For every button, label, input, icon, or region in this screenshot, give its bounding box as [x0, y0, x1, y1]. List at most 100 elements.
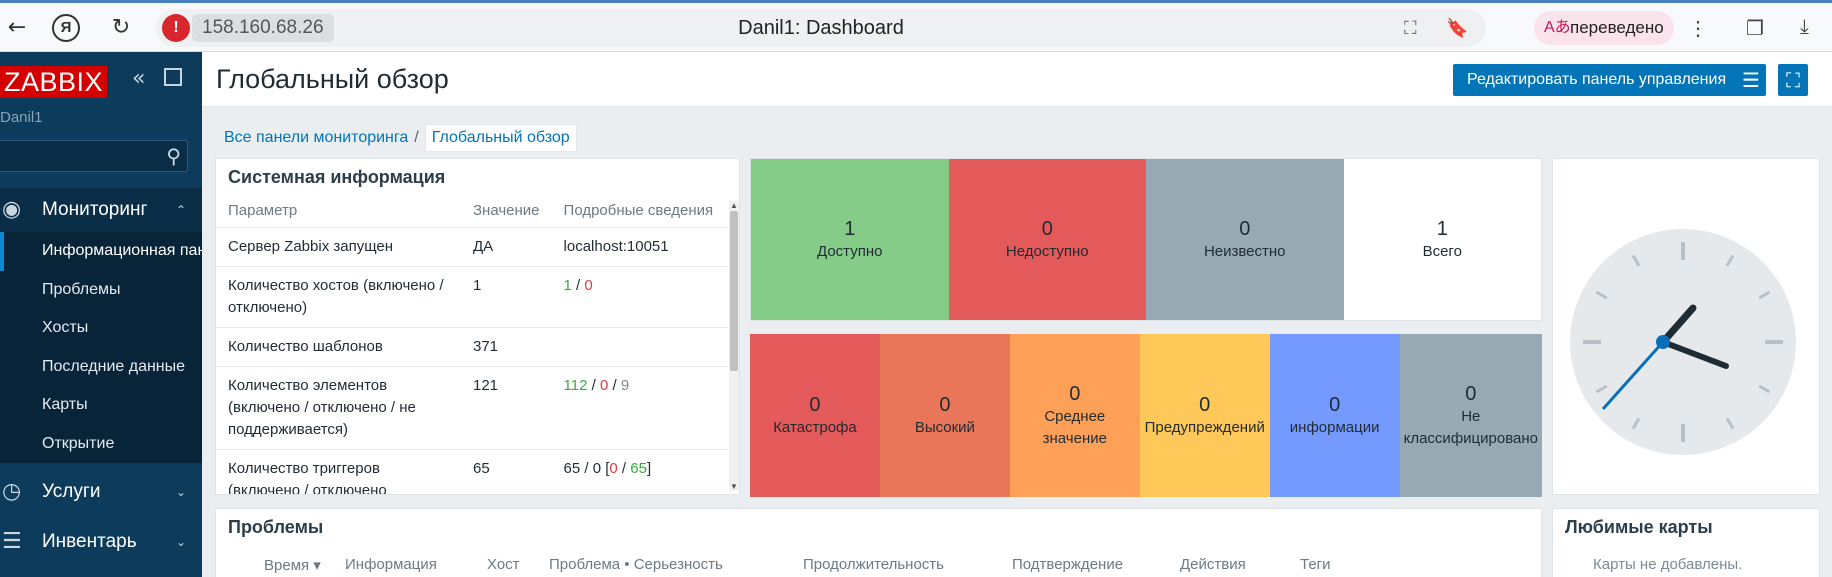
count: 1 — [1436, 217, 1448, 240]
submenu-item-maps[interactable]: Карты — [0, 386, 202, 425]
clock-face — [1570, 229, 1796, 455]
problems-widget: Проблемы Время ▾ Информация Хост Проблем… — [215, 508, 1542, 577]
column-header-time[interactable]: Время ▾ — [264, 556, 321, 574]
host-availability-cell[interactable]: 0 Неизвестно — [1146, 159, 1344, 320]
actions-menu-icon[interactable]: ☰ — [1736, 64, 1766, 96]
column-header-tags: Теги — [1300, 556, 1331, 573]
severity-cell[interactable]: 0 Не классифицировано — [1399, 334, 1542, 497]
collapse-sidebar-icon[interactable]: « — [132, 66, 145, 91]
reload-icon[interactable]: ↻ — [108, 15, 134, 41]
breadcrumb-separator: / — [414, 129, 419, 146]
tab-title: Danil1: Dashboard — [738, 17, 904, 39]
fullscreen-icon[interactable]: ⛶ — [1778, 64, 1808, 96]
zabbix-logo[interactable]: ZABBIX — [0, 66, 108, 98]
scroll-up-icon[interactable]: ▲ — [730, 201, 738, 210]
column-header-problem: Проблема • Серьезность — [549, 556, 723, 573]
param-cell: Количество элементов (включено / отключе… — [216, 366, 461, 450]
empty-message: Карты не добавлены. — [1593, 556, 1743, 573]
clock-center — [1656, 335, 1670, 349]
label: Предупреждений — [1144, 418, 1265, 436]
label: Высокий — [914, 418, 975, 436]
translate-page-icon[interactable]: ⛶ — [1404, 18, 1417, 39]
column-header: Значение — [461, 195, 552, 228]
value-cell: 1 — [461, 266, 552, 328]
breadcrumb-all-dashboards[interactable]: Все панели мониторинга — [224, 129, 408, 146]
detail-disabled: 0 — [584, 276, 593, 294]
host-availability-cell[interactable]: 0 Недоступно — [948, 159, 1146, 320]
severity-cell[interactable]: 0 Среднее значение — [1009, 334, 1140, 497]
menu-monitoring-label: Мониторинг — [42, 199, 148, 220]
menu-inventory[interactable]: ☰ Инвентарь ⌄ — [0, 520, 202, 564]
severity-cell[interactable]: 0 информации — [1269, 334, 1400, 497]
back-arrow-icon[interactable]: ← — [4, 15, 30, 41]
detail-problem: 0 — [609, 459, 618, 477]
system-info-widget: Системная информация Параметр Значение П… — [215, 158, 740, 495]
severity-cell[interactable]: 0 Катастрофа — [750, 334, 880, 497]
submenu-item-dashboard[interactable]: Информационная панель — [0, 232, 202, 271]
translate-icon: Aあ — [1544, 19, 1571, 36]
count: 0 — [1465, 382, 1477, 405]
sidebar: ZABBIX « Danil1 ⚲ ◉ Мониторинг ⌃ Информа… — [0, 52, 202, 577]
details-cell: 112 / 0 / 9 — [551, 366, 728, 450]
kiosk-mode-icon[interactable] — [164, 68, 182, 86]
breadcrumb-current[interactable]: Глобальный обзор — [424, 124, 577, 152]
severity-cell[interactable]: 0 Высокий — [879, 334, 1010, 497]
host-availability-cell[interactable]: 1 Всего — [1343, 159, 1541, 320]
sidebar-user: Danil1 — [0, 109, 43, 126]
bookmark-icon[interactable]: 🔖 — [1446, 18, 1468, 39]
chevron-up-icon: ⌃ — [175, 203, 186, 217]
page-title: Глобальный обзор — [216, 64, 449, 94]
value-cell: 371 — [461, 327, 552, 367]
table-row: Количество хостов (включено / отключено)… — [216, 266, 728, 328]
collections-icon[interactable]: ❐ — [1746, 16, 1764, 41]
host-availability-cell[interactable]: 1 Доступно — [751, 159, 949, 320]
more-menu-icon[interactable]: ⋮ — [1688, 16, 1708, 41]
eye-icon: ◉ — [2, 197, 22, 222]
yandex-icon[interactable]: Я — [52, 14, 80, 42]
details-cell: 65 / 0 [0 / 65] — [551, 449, 728, 494]
submenu-item-problems[interactable]: Проблемы — [0, 271, 202, 310]
column-header: Параметр — [216, 195, 461, 228]
sidebar-search-input[interactable]: ⚲ — [0, 140, 188, 172]
column-header-duration: Продолжительность — [803, 556, 944, 573]
details-cell — [551, 327, 728, 367]
value-cell: ДА — [461, 227, 552, 267]
table-row: Количество элементов (включено / отключе… — [216, 366, 728, 450]
label: Среднее значение — [1042, 407, 1107, 447]
breadcrumb: Все панели мониторинга / Глобальный обзор — [224, 124, 577, 152]
count: 0 — [939, 393, 951, 416]
severity-cell[interactable]: 0 Предупреждений — [1139, 334, 1270, 497]
count: 0 — [1199, 393, 1211, 416]
search-icon[interactable]: ⚲ — [166, 144, 181, 169]
detail-enabled: 112 — [563, 376, 588, 394]
label: информации — [1289, 418, 1380, 436]
browser-toolbar: ← Я ↻ ! 158.160.68.26 Danil1: Dashboard … — [0, 0, 1832, 52]
system-info-table: Параметр Значение Подробные сведения Сер… — [216, 195, 728, 494]
label: Катастрофа — [773, 418, 857, 436]
menu-monitoring[interactable]: ◉ Мониторинг ⌃ — [0, 188, 202, 232]
download-icon[interactable]: ⤓ — [1800, 16, 1809, 39]
scroll-down-icon[interactable]: ▼ — [730, 482, 738, 491]
count: 0 — [1041, 217, 1053, 240]
detail-ok: 65 — [630, 459, 647, 477]
detail-enabled: 65 — [563, 459, 581, 477]
column-header-actions: Действия — [1180, 556, 1246, 573]
translate-badge[interactable]: Aあ переведено — [1534, 11, 1674, 45]
stopwatch-icon: ◷ — [2, 479, 22, 504]
edit-dashboard-button[interactable]: Редактировать панель управления — [1453, 64, 1741, 96]
details-cell: 1 / 0 — [551, 266, 728, 328]
scrollbar-thumb[interactable] — [730, 211, 738, 371]
detail-enabled: 1 — [563, 276, 572, 294]
detail-disabled: 0 — [599, 376, 609, 394]
submenu-item-latest-data[interactable]: Последние данные — [0, 348, 202, 387]
param-cell: Сервер Zabbix запущен — [216, 227, 461, 267]
scrollbar[interactable]: ▲ ▼ — [729, 201, 739, 491]
param-cell: Количество шаблонов — [216, 327, 461, 367]
problems-by-severity-widget: 0 Катастрофа 0 Высокий 0 Среднее значение 0 Пре… — [750, 334, 1542, 497]
submenu-item-discovery[interactable]: Открытие — [0, 425, 202, 464]
menu-services[interactable]: ◷ Услуги ⌄ — [0, 470, 202, 514]
submenu-item-hosts[interactable]: Хосты — [0, 309, 202, 348]
detail-unsupported: 9 — [620, 376, 630, 394]
address-bar[interactable]: ! 158.160.68.26 Danil1: Dashboard 🔖 ⛶ — [156, 9, 1486, 47]
column-header-ack: Подтверждение — [1012, 556, 1124, 573]
